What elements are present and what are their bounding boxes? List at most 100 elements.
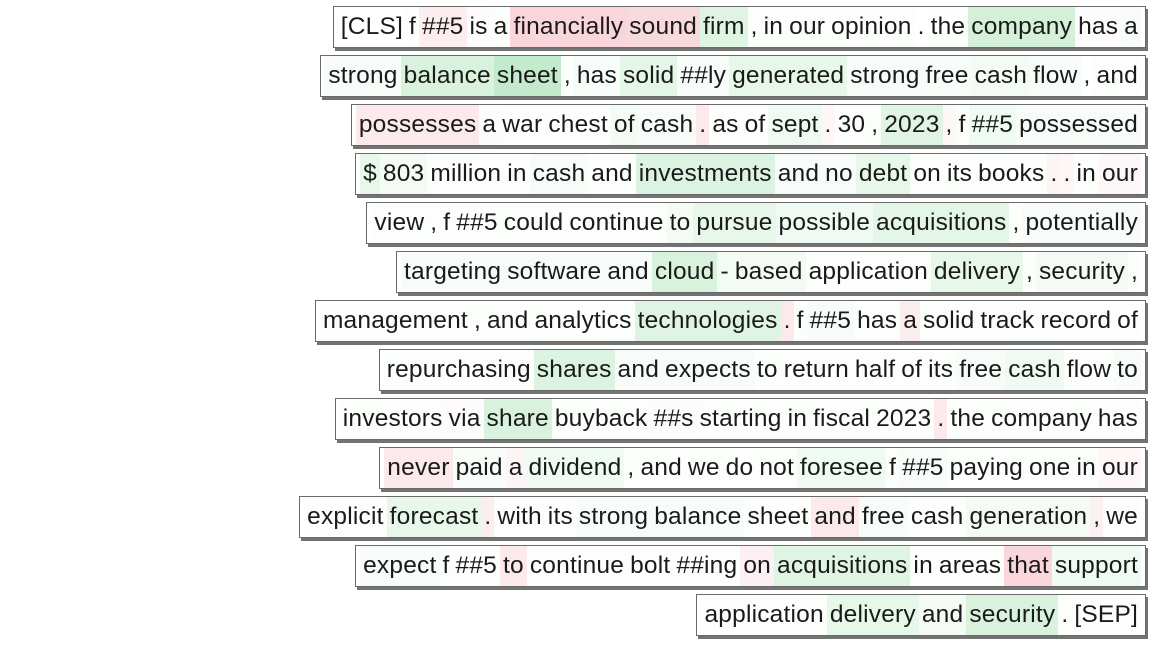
token: million [430, 160, 502, 187]
token: f [409, 13, 417, 40]
token: no [822, 154, 856, 194]
token: expects [662, 350, 754, 390]
token: continue [529, 552, 625, 579]
token: ##5 [899, 448, 947, 488]
token: dividend [525, 448, 625, 488]
token: investors [342, 405, 443, 432]
token: never [384, 448, 453, 488]
token-line: possesses a war chest of cash. as of sept. 30, 202… [0, 104, 1146, 153]
token: share [483, 399, 552, 439]
token-line: explicit forecast. with its strong balance she… [0, 496, 1146, 545]
token: in [913, 552, 933, 579]
token: technologies [634, 301, 781, 341]
token: the [930, 13, 966, 40]
token: acquisitions [774, 546, 911, 586]
token: cloud [651, 252, 718, 292]
token: investments [635, 154, 775, 194]
token: 2023 [876, 405, 932, 432]
token-line-box: investors via share buyback ##s starting in fis… [334, 398, 1146, 440]
token: one [1029, 454, 1071, 481]
token: , [1025, 258, 1033, 285]
token: to [500, 546, 527, 586]
token: ##5 [806, 301, 855, 341]
token: record [1040, 307, 1112, 334]
token-line: $803 million in cash and investments and no debt… [0, 153, 1146, 202]
token: . [1061, 601, 1069, 628]
token: fiscal [813, 405, 871, 432]
token: in [1076, 160, 1096, 187]
token: starting [699, 405, 782, 432]
token: has [1097, 405, 1138, 432]
token: acquisitions [873, 203, 1010, 243]
token: company [968, 7, 1076, 47]
token-line-box: never paid a dividend, and we do not foresee f ##5… [379, 447, 1146, 489]
token: of [901, 356, 923, 383]
token: , [430, 209, 438, 236]
token: to [1114, 350, 1141, 390]
token-line-box: view, f ##5 could continue to pursue possible ac… [366, 202, 1146, 244]
token: chest [548, 111, 608, 138]
token: security [966, 595, 1059, 635]
token: the [950, 405, 986, 432]
token: free [858, 497, 908, 537]
token: cash [1005, 350, 1064, 390]
token: foresee [796, 448, 887, 488]
token: not [759, 454, 794, 481]
token: ##5 [456, 209, 498, 236]
token-line-box: explicit forecast. with its strong balance she… [299, 496, 1146, 538]
token: track [980, 307, 1035, 334]
token: strong [847, 56, 923, 96]
token: f [958, 111, 966, 138]
token: in [763, 13, 784, 40]
token: on [740, 546, 774, 586]
token: sept [768, 105, 822, 145]
token: flow [1030, 56, 1081, 96]
token: . [934, 399, 948, 439]
token: and [1096, 62, 1138, 89]
token: possible [775, 203, 874, 243]
token: could [503, 209, 564, 236]
token: with [497, 503, 542, 530]
token: in [1076, 454, 1096, 481]
token: has [1078, 13, 1119, 40]
token: cash [971, 56, 1031, 96]
token: shares [533, 350, 615, 390]
token: explicit [307, 503, 384, 530]
token: via [448, 405, 481, 432]
token: delivery [930, 252, 1023, 292]
token: opinion [831, 13, 912, 40]
token: paying [949, 454, 1024, 481]
token: , [473, 307, 481, 334]
token-line: expect f ##5 to continue bolt ##ing on acquisiti… [0, 545, 1146, 594]
token: areas [938, 552, 1002, 579]
token-line: application delivery and security. [SEP] [0, 594, 1146, 643]
token: strong [325, 56, 401, 96]
token: flow [1066, 356, 1112, 383]
token-line-box: repurchasing shares and expects to return half… [378, 349, 1146, 391]
token-line-box: application delivery and security. [SEP] [696, 594, 1146, 636]
token: view [374, 209, 425, 236]
token: f [442, 552, 450, 579]
token: buyback [554, 405, 648, 432]
token: analytics [534, 307, 632, 334]
token: generation [966, 497, 1091, 537]
token: f [796, 307, 804, 334]
token: expect [360, 546, 440, 586]
token: sheet [493, 56, 561, 96]
token: half [854, 356, 896, 383]
token: , [871, 111, 879, 138]
token: solid [619, 56, 678, 96]
token: ##5 [968, 105, 1017, 145]
token: a [1121, 7, 1141, 47]
token-line-box: targeting software and cloud - based applicati… [396, 251, 1146, 293]
token: cash [637, 105, 697, 145]
token: as [712, 111, 739, 138]
token: , [627, 454, 635, 481]
token: application [704, 601, 824, 628]
token: based [731, 252, 806, 292]
token-line: management, and analytics technologies. f ##5… [0, 300, 1146, 349]
token: of [610, 105, 638, 145]
token: f [889, 454, 897, 481]
token-line: targeting software and cloud - based applicati… [0, 251, 1146, 300]
token: solid [923, 307, 975, 334]
